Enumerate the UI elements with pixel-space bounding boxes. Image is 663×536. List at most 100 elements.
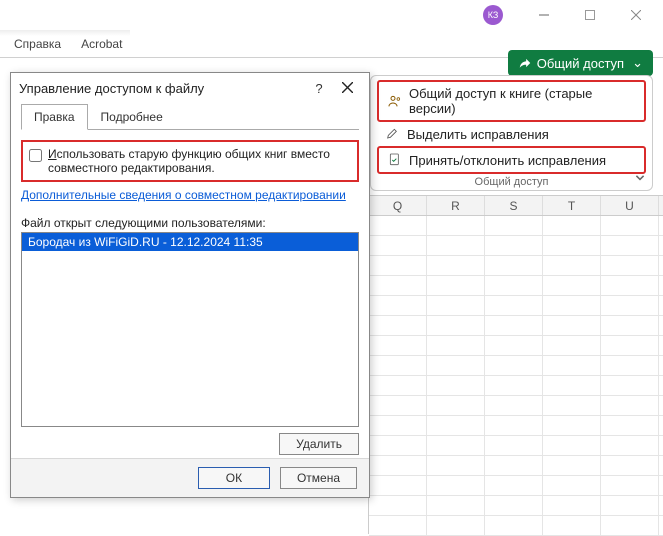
open-users-list[interactable]: Бородач из WiFiGiD.RU - 12.12.2024 11:35 <box>21 232 359 427</box>
grid-cell[interactable] <box>601 316 659 335</box>
grid-cell[interactable] <box>601 356 659 375</box>
dialog-tab-edit[interactable]: Правка <box>21 104 88 130</box>
grid-cell[interactable] <box>427 256 485 275</box>
grid-cell[interactable] <box>369 496 427 515</box>
use-legacy-sharing-checkbox[interactable] <box>29 149 42 162</box>
delete-user-button[interactable]: Удалить <box>279 433 359 455</box>
dialog-close-button[interactable] <box>333 81 361 96</box>
grid-cell[interactable] <box>543 436 601 455</box>
share-button[interactable]: Общий доступ ⌄ <box>508 50 653 76</box>
ok-button[interactable]: ОК <box>198 467 270 489</box>
grid-cell[interactable] <box>427 396 485 415</box>
grid-cell[interactable] <box>369 476 427 495</box>
grid-cell[interactable] <box>543 236 601 255</box>
user-avatar[interactable]: КЗ <box>483 5 503 25</box>
grid-cell[interactable] <box>427 516 485 535</box>
tab-help[interactable]: Справка <box>4 31 71 57</box>
ribbon-collapse-chevron[interactable] <box>634 171 646 186</box>
grid-cell[interactable] <box>369 216 427 235</box>
column-header[interactable]: S <box>485 196 543 215</box>
grid-cell[interactable] <box>601 296 659 315</box>
grid-cell[interactable] <box>601 436 659 455</box>
grid-cell[interactable] <box>369 516 427 535</box>
grid-cell[interactable] <box>369 356 427 375</box>
grid-cell[interactable] <box>369 376 427 395</box>
grid-cell[interactable] <box>485 236 543 255</box>
grid-cell[interactable] <box>485 256 543 275</box>
grid-cell[interactable] <box>427 356 485 375</box>
coauthoring-info-link[interactable]: Дополнительные сведения о совместном ред… <box>21 188 359 202</box>
grid-cell[interactable] <box>369 316 427 335</box>
grid-cell[interactable] <box>427 476 485 495</box>
grid-cell[interactable] <box>601 376 659 395</box>
column-header[interactable]: R <box>427 196 485 215</box>
grid-cell[interactable] <box>427 216 485 235</box>
grid-cell[interactable] <box>485 476 543 495</box>
cancel-button[interactable]: Отмена <box>280 467 357 489</box>
grid-cell[interactable] <box>427 236 485 255</box>
grid-cell[interactable] <box>369 256 427 275</box>
minimize-button[interactable] <box>521 0 567 30</box>
grid-cell[interactable] <box>543 516 601 535</box>
grid-cell[interactable] <box>601 476 659 495</box>
grid-cell[interactable] <box>427 436 485 455</box>
grid-cell[interactable] <box>369 236 427 255</box>
grid-cell[interactable] <box>485 356 543 375</box>
share-workbook-legacy-button[interactable]: Общий доступ к книге (старые версии) <box>377 80 646 122</box>
grid-cell[interactable] <box>485 456 543 475</box>
grid-cell[interactable] <box>543 496 601 515</box>
grid-cell[interactable] <box>601 416 659 435</box>
grid-cell[interactable] <box>601 276 659 295</box>
grid-cell[interactable] <box>369 336 427 355</box>
grid-cell[interactable] <box>485 436 543 455</box>
grid-cell[interactable] <box>485 296 543 315</box>
grid-cell[interactable] <box>369 296 427 315</box>
highlight-changes-button[interactable]: Выделить исправления <box>377 122 646 146</box>
grid-cell[interactable] <box>485 396 543 415</box>
grid-cell[interactable] <box>427 416 485 435</box>
grid-cell[interactable] <box>543 376 601 395</box>
grid-cell[interactable] <box>601 336 659 355</box>
grid-cell[interactable] <box>485 336 543 355</box>
grid-cell[interactable] <box>369 436 427 455</box>
grid-cell[interactable] <box>543 456 601 475</box>
grid-cell[interactable] <box>369 396 427 415</box>
accept-reject-changes-button[interactable]: Принять/отклонить исправления <box>377 146 646 174</box>
dialog-tab-more[interactable]: Подробнее <box>88 104 176 130</box>
grid-cell[interactable] <box>601 496 659 515</box>
grid-cell[interactable] <box>485 216 543 235</box>
dialog-help-button[interactable]: ? <box>305 81 333 96</box>
grid-cell[interactable] <box>369 456 427 475</box>
grid-cell[interactable] <box>543 396 601 415</box>
grid-cell[interactable] <box>427 496 485 515</box>
grid-cell[interactable] <box>485 376 543 395</box>
grid-cell[interactable] <box>601 456 659 475</box>
grid-cell[interactable] <box>369 276 427 295</box>
grid-cell[interactable] <box>427 276 485 295</box>
column-header[interactable]: T <box>543 196 601 215</box>
maximize-button[interactable] <box>567 0 613 30</box>
grid-cell[interactable] <box>485 516 543 535</box>
grid-cell[interactable] <box>427 316 485 335</box>
column-header[interactable]: Q <box>369 196 427 215</box>
grid-cell[interactable] <box>369 416 427 435</box>
grid-cell[interactable] <box>543 256 601 275</box>
column-header[interactable]: U <box>601 196 659 215</box>
grid-cell[interactable] <box>427 296 485 315</box>
grid-cell[interactable] <box>485 276 543 295</box>
grid-cell[interactable] <box>543 276 601 295</box>
grid-cell[interactable] <box>601 516 659 535</box>
grid-cell[interactable] <box>543 336 601 355</box>
grid-cell[interactable] <box>427 336 485 355</box>
grid-cell[interactable] <box>485 316 543 335</box>
grid-cell[interactable] <box>601 256 659 275</box>
grid-cell[interactable] <box>601 236 659 255</box>
grid-cell[interactable] <box>543 296 601 315</box>
grid-cell[interactable] <box>601 396 659 415</box>
grid-cell[interactable] <box>543 356 601 375</box>
grid-cell[interactable] <box>601 216 659 235</box>
grid-cell[interactable] <box>543 416 601 435</box>
close-window-button[interactable] <box>613 0 659 30</box>
grid-cell[interactable] <box>543 476 601 495</box>
grid-cell[interactable] <box>543 316 601 335</box>
